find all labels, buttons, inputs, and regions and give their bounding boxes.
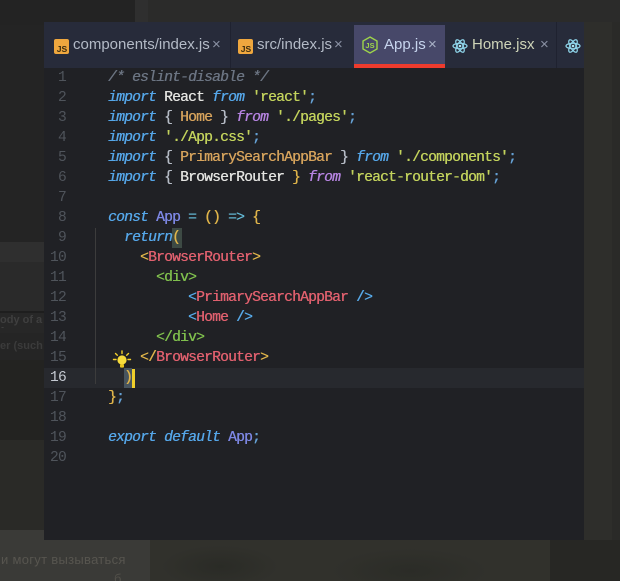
svg-text:JS: JS: [365, 41, 374, 50]
svg-text:JS: JS: [241, 44, 252, 54]
svg-text:JS: JS: [57, 44, 68, 54]
